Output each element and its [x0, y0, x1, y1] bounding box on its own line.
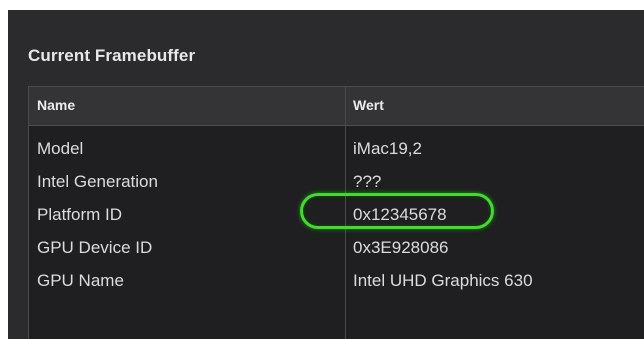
row-name: Model — [37, 139, 84, 158]
table-row[interactable]: Model iMac19,2 — [29, 133, 644, 166]
row-value: ??? — [353, 172, 382, 191]
row-name: GPU Device ID — [37, 238, 153, 257]
framebuffer-panel: Current Framebuffer Name Wert Model iMac… — [8, 10, 644, 339]
row-value: 0x3E928086 — [353, 238, 449, 257]
framebuffer-table: Name Wert Model iMac19,2 Intel Generatio… — [28, 86, 644, 339]
row-value: Intel UHD Graphics 630 — [353, 271, 533, 290]
row-name: Intel Generation — [37, 172, 158, 191]
table-header: Name Wert — [29, 87, 644, 126]
table-row[interactable]: Platform ID 0x12345678 — [29, 199, 644, 232]
column-header-name[interactable]: Name — [37, 97, 75, 113]
table-row[interactable]: Intel Generation ??? — [29, 166, 644, 199]
row-name: GPU Name — [37, 271, 124, 290]
section-title: Current Framebuffer — [28, 46, 196, 65]
table-row[interactable]: GPU Device ID 0x3E928086 — [29, 232, 644, 265]
column-header-value[interactable]: Wert — [353, 97, 384, 113]
row-name: Platform ID — [37, 205, 123, 224]
table-row[interactable]: GPU Name Intel UHD Graphics 630 — [29, 265, 644, 298]
row-value: 0x12345678 — [353, 205, 447, 224]
row-value: iMac19,2 — [353, 139, 422, 158]
